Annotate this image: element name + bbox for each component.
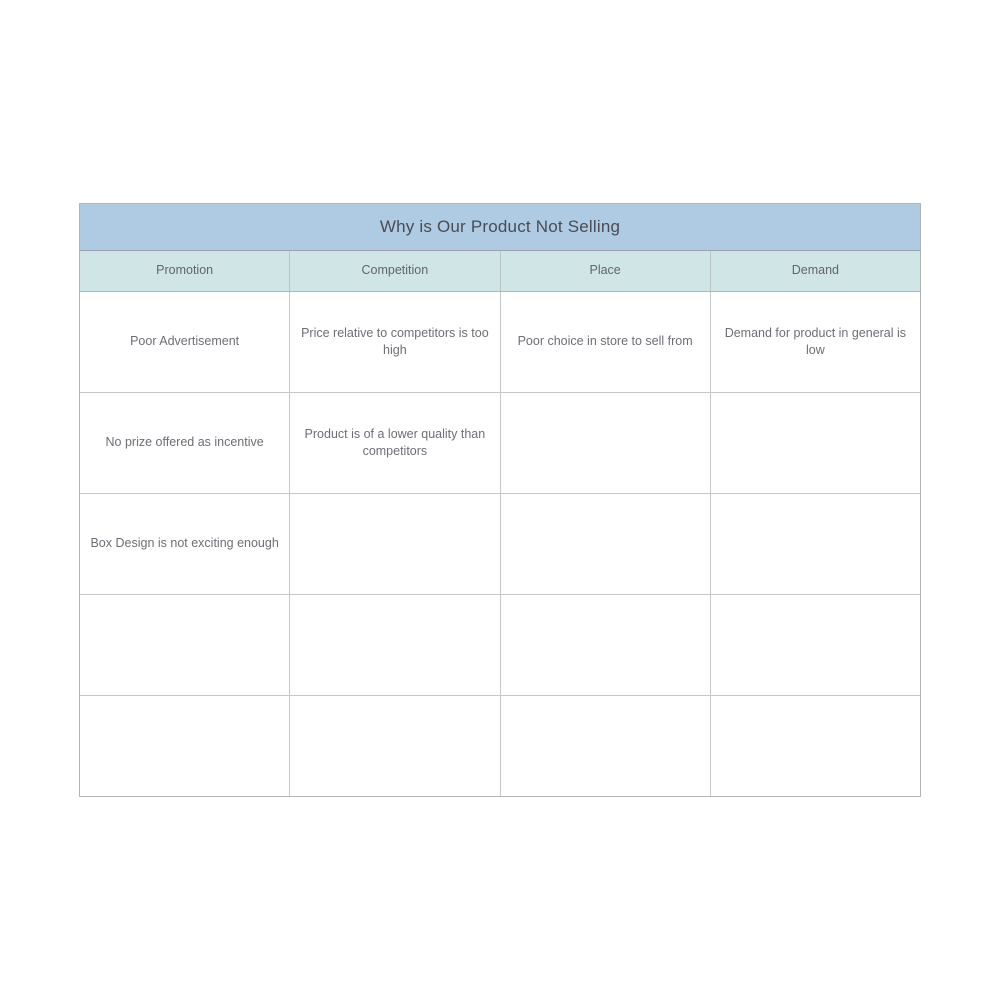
cause-analysis-matrix: Why is Our Product Not Selling Promotion… <box>79 203 921 797</box>
matrix-cell-text: Price relative to competitors is too hig… <box>301 325 489 357</box>
column-header-competition[interactable]: Competition <box>290 251 501 291</box>
column-header-promotion[interactable]: Promotion <box>80 251 291 291</box>
matrix-cell-r4c1[interactable] <box>80 595 291 695</box>
matrix-cell-r1c3[interactable]: Poor choice in store to sell from <box>501 292 711 392</box>
matrix-cell-text: No prize offered as incentive <box>105 435 264 450</box>
column-header-place[interactable]: Place <box>501 251 711 291</box>
page-canvas: Why is Our Product Not Selling Promotion… <box>0 0 1000 1000</box>
matrix-cell-r4c2[interactable] <box>290 595 501 695</box>
matrix-cell-r3c3[interactable] <box>501 494 711 594</box>
column-header-label: Competition <box>361 263 429 278</box>
matrix-cell-text: Poor Advertisement <box>130 334 240 349</box>
matrix-cell-r5c4[interactable] <box>711 696 920 796</box>
matrix-cell-r3c1[interactable]: Box Design is not exciting enough <box>80 494 291 594</box>
table-row <box>80 595 920 696</box>
column-header-label: Promotion <box>156 263 214 278</box>
matrix-cell-text: Product is of a lower quality than compe… <box>304 426 486 458</box>
column-header-label: Demand <box>791 263 839 278</box>
matrix-cell-r2c1[interactable]: No prize offered as incentive <box>80 393 291 493</box>
table-row: Poor Advertisement Price relative to com… <box>80 292 920 393</box>
matrix-cell-r3c2[interactable] <box>290 494 501 594</box>
matrix-cell-text: Box Design is not exciting enough <box>90 536 279 551</box>
matrix-cell-text: Poor choice in store to sell from <box>517 334 693 349</box>
matrix-cell-r2c2[interactable]: Product is of a lower quality than compe… <box>290 393 501 493</box>
matrix-cell-text: Demand for product in general is low <box>724 325 907 357</box>
column-header-label: Place <box>589 263 621 278</box>
matrix-cell-r1c1[interactable]: Poor Advertisement <box>80 292 291 392</box>
matrix-cell-r1c2[interactable]: Price relative to competitors is too hig… <box>290 292 501 392</box>
matrix-cell-r5c3[interactable] <box>501 696 711 796</box>
table-row: Box Design is not exciting enough <box>80 494 920 595</box>
matrix-title-banner: Why is Our Product Not Selling <box>80 204 920 251</box>
column-header-demand[interactable]: Demand <box>711 251 920 291</box>
matrix-cell-r4c4[interactable] <box>711 595 920 695</box>
table-row <box>80 696 920 796</box>
matrix-cell-r1c4[interactable]: Demand for product in general is low <box>711 292 920 392</box>
matrix-cell-r4c3[interactable] <box>501 595 711 695</box>
matrix-cell-r5c2[interactable] <box>290 696 501 796</box>
matrix-body: Poor Advertisement Price relative to com… <box>80 292 920 796</box>
matrix-cell-r2c4[interactable] <box>711 393 920 493</box>
matrix-cell-r2c3[interactable] <box>501 393 711 493</box>
matrix-title-text: Why is Our Product Not Selling <box>379 216 621 236</box>
matrix-header-row: Promotion Competition Place Demand <box>80 251 920 292</box>
table-row: No prize offered as incentive Product is… <box>80 393 920 494</box>
matrix-cell-r3c4[interactable] <box>711 494 920 594</box>
matrix-cell-r5c1[interactable] <box>80 696 291 796</box>
